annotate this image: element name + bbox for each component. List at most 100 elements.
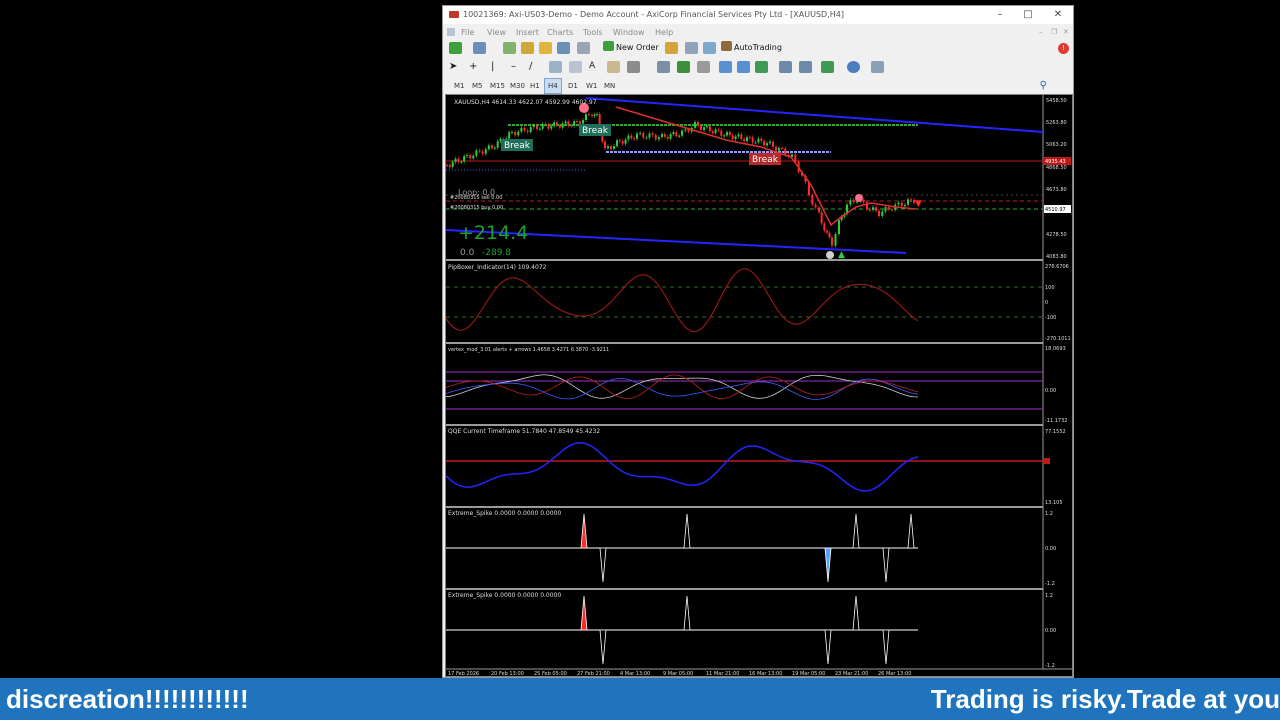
text-icon[interactable]: A	[589, 61, 602, 73]
candle-body	[743, 138, 746, 142]
autotrading-button[interactable]: AutoTrading	[721, 41, 782, 55]
fibonacci-icon[interactable]	[569, 61, 582, 73]
candle-body	[823, 223, 826, 231]
extreme-spike-pane-2: Extreme_Spike 0.0000 0.0000 0.0000 1.2 0…	[446, 592, 1056, 669]
timeframe-mn[interactable]: MN	[601, 79, 618, 93]
navigator-icon[interactable]	[539, 42, 552, 54]
strategy-tester-icon[interactable]	[577, 42, 590, 54]
timeframe-m15[interactable]: M15	[487, 79, 508, 93]
candle-body	[775, 146, 777, 151]
alerts-icon[interactable]: !	[1058, 43, 1069, 54]
candle-body	[887, 207, 890, 210]
menu-help[interactable]: Help	[655, 28, 673, 37]
menu-insert[interactable]: Insert	[516, 28, 539, 37]
candle-body	[720, 130, 723, 136]
chart-window[interactable]: Break Break Break ▲ ▼ XAUUSD,H4 4614.33 …	[445, 94, 1073, 677]
terminal-icon[interactable]	[557, 42, 570, 54]
price-axis-label: 5458.50	[1046, 98, 1067, 104]
zoom-in-icon[interactable]	[719, 61, 732, 73]
market-icon[interactable]	[703, 42, 716, 54]
timeframe-w1[interactable]: W1	[583, 79, 600, 93]
templates-icon[interactable]	[871, 61, 884, 73]
menu-charts[interactable]: Charts	[547, 28, 573, 37]
candle-body	[648, 133, 651, 138]
new-order-button[interactable]: New Order	[603, 41, 659, 55]
vertical-line-icon[interactable]: |	[491, 61, 504, 73]
candle-body	[448, 165, 451, 167]
tile-windows-icon[interactable]	[755, 61, 768, 73]
timeframe-m5[interactable]: M5	[469, 79, 486, 93]
indicators-icon[interactable]	[821, 61, 834, 73]
app-logo-icon	[449, 11, 459, 18]
cursor-icon[interactable]: ➤	[449, 61, 462, 73]
timeframe-h4[interactable]: H4	[544, 78, 562, 94]
chart-canvas[interactable]: Break Break Break ▲ ▼ XAUUSD,H4 4614.33 …	[446, 95, 1072, 676]
terminal-window: 10021369: Axi-US03-Demo - Demo Account -…	[442, 5, 1074, 678]
menu-file[interactable]: File	[461, 28, 474, 37]
timeframe-m30[interactable]: M30	[507, 79, 528, 93]
break-label: Break	[504, 141, 531, 151]
autoscroll-icon[interactable]	[799, 61, 812, 73]
candle-body	[737, 134, 740, 137]
line-chart-icon[interactable]	[697, 61, 710, 73]
ea-buy-info: #20080315 buy 0.00	[450, 205, 503, 211]
ind4-scale-0: 0.00	[1045, 546, 1056, 552]
market-watch-icon[interactable]	[503, 42, 516, 54]
indicator-label: QQE Current Timeframe 51.7840 47.8549 45…	[448, 428, 600, 435]
candle-body	[700, 125, 702, 130]
zoom-out-icon[interactable]	[737, 61, 750, 73]
candle-body	[760, 138, 763, 141]
candle-body	[588, 114, 590, 116]
candle-body	[661, 134, 663, 138]
menu-view[interactable]: View	[487, 28, 506, 37]
time-axis: 17 Feb 2026 20 Feb 13:00 25 Feb 05:00 27 Fe…	[448, 671, 911, 676]
bar-chart-icon[interactable]	[657, 61, 670, 73]
signal-dot	[826, 251, 834, 259]
arrows-icon[interactable]	[627, 61, 640, 73]
minimize-icon[interactable]: –	[993, 8, 1007, 21]
time-axis-label: 17 Feb 2026	[448, 671, 479, 676]
candle-body	[669, 134, 672, 139]
profiles-icon[interactable]	[473, 42, 486, 54]
signals-icon[interactable]	[685, 42, 698, 54]
upper-trendline[interactable]	[585, 97, 1044, 133]
candle-body	[523, 127, 526, 131]
candle-body	[734, 136, 737, 140]
candle-body	[511, 132, 513, 134]
maximize-icon[interactable]: □	[1021, 8, 1035, 21]
candle-body	[514, 132, 517, 136]
candle-body	[463, 156, 466, 162]
equidistant-channel-icon[interactable]	[549, 61, 562, 73]
candle-body	[820, 212, 823, 224]
crosshair-icon[interactable]: +	[469, 61, 482, 73]
candle-body	[834, 234, 837, 246]
time-axis-label: 25 Feb 05:00	[534, 671, 567, 676]
chart-shift-icon[interactable]	[779, 61, 792, 73]
timeframe-m1[interactable]: M1	[451, 79, 468, 93]
candle-body	[567, 121, 570, 126]
timeframe-h1[interactable]: H1	[527, 79, 543, 93]
horizontal-line-icon[interactable]: –	[511, 61, 524, 73]
periods-icon[interactable]	[847, 61, 860, 73]
close-icon[interactable]: ✕	[1051, 8, 1065, 21]
new-chart-icon[interactable]	[449, 42, 462, 54]
candle-body	[826, 230, 828, 233]
mdi-close-icon[interactable]: ✕	[1063, 28, 1069, 36]
candle-body	[828, 232, 831, 238]
candle-body	[591, 114, 593, 116]
candle-body	[526, 130, 529, 133]
time-axis-label: 19 Mar 05:00	[792, 671, 825, 676]
mdi-minimize-icon[interactable]: –	[1039, 28, 1043, 36]
metaeditor-icon[interactable]	[665, 42, 678, 54]
trendline-icon[interactable]: ∕	[529, 61, 542, 73]
menu-window[interactable]: Window	[613, 28, 645, 37]
candle-body	[604, 141, 606, 149]
banner-right-text: Trading is risky.Trade at you	[930, 684, 1280, 714]
timeframe-d1[interactable]: D1	[565, 79, 581, 93]
candlesticks-icon[interactable]	[677, 61, 690, 73]
text-label-icon[interactable]	[607, 61, 620, 73]
menu-tools[interactable]: Tools	[583, 28, 603, 37]
candle-body	[610, 146, 612, 149]
mdi-restore-icon[interactable]: ❐	[1051, 28, 1057, 36]
data-window-icon[interactable]	[521, 42, 534, 54]
